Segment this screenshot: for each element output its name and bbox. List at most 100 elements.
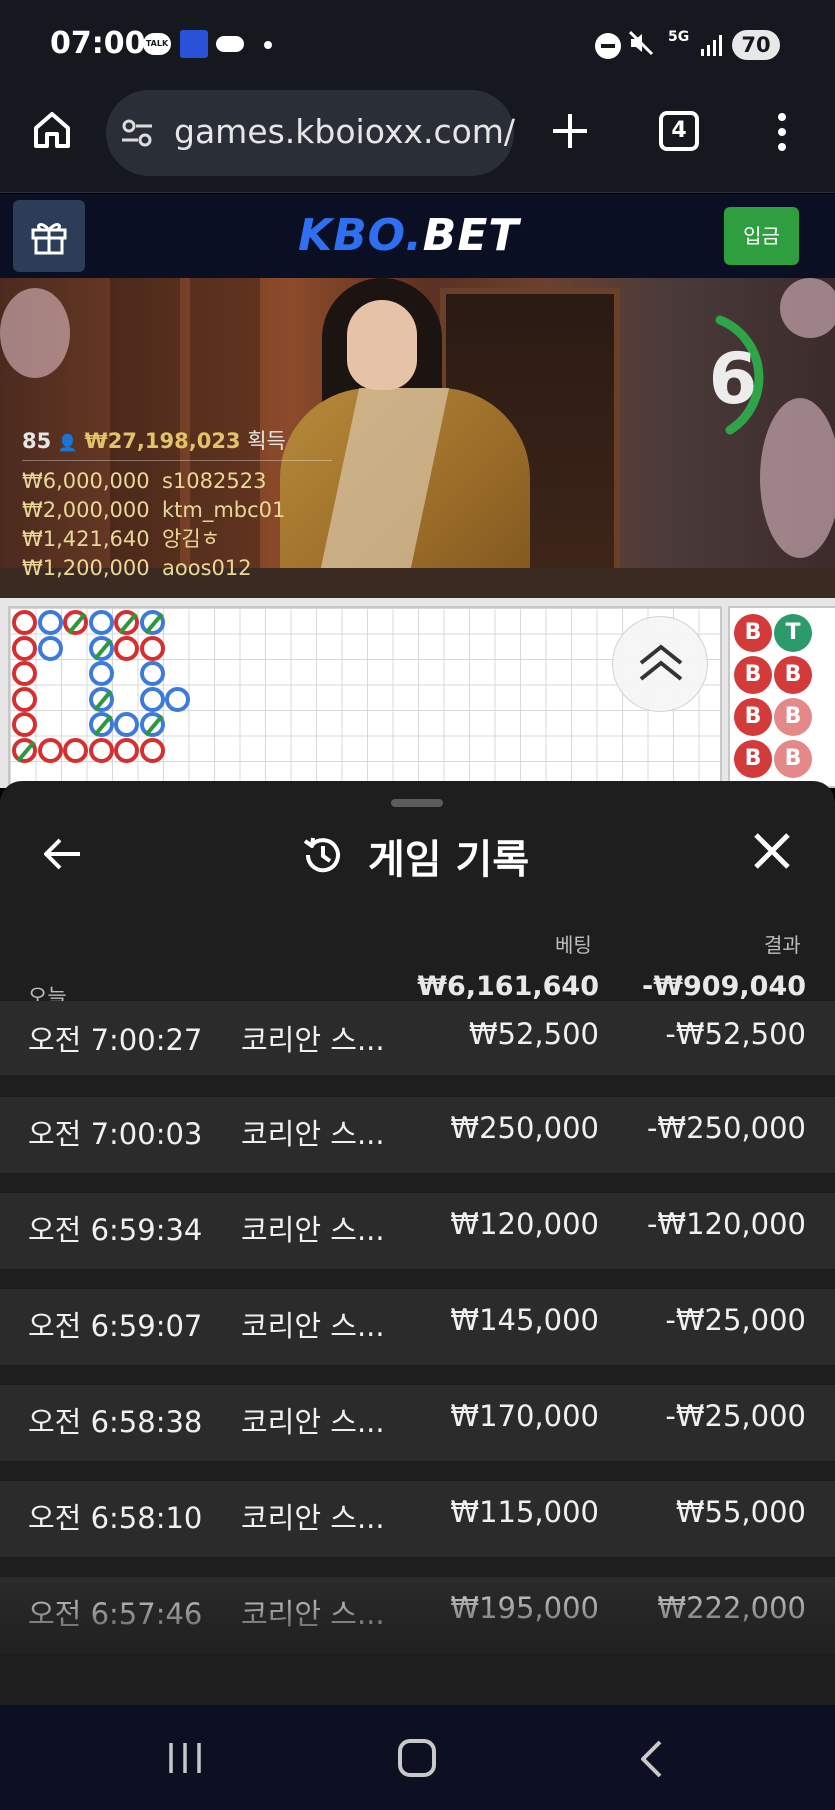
winner-user: ktm_mbc01 xyxy=(162,498,286,522)
home-icon[interactable] xyxy=(398,1739,436,1777)
road-marker xyxy=(114,738,139,763)
blossom-decoration xyxy=(0,288,70,378)
close-icon[interactable] xyxy=(752,831,792,871)
row-time: 오전 6:58:10 xyxy=(28,1501,203,1535)
gift-icon[interactable] xyxy=(13,200,85,272)
road-marker xyxy=(12,712,37,737)
mute-icon xyxy=(628,30,654,63)
live-video: 6 85 👤 ₩27,198,023 획득 ₩6,000,000 s1082523… xyxy=(0,278,835,598)
winner-amount: ₩2,000,000 xyxy=(22,498,150,522)
road-marker xyxy=(140,712,165,737)
row-time: 오전 6:59:07 xyxy=(28,1309,203,1343)
row-time: 오전 7:00:27 xyxy=(28,1023,203,1057)
winners-label: 획득 xyxy=(247,429,286,453)
home-icon[interactable] xyxy=(30,108,74,152)
road-marker xyxy=(89,738,114,763)
system-nav-bar xyxy=(0,1705,835,1810)
history-row[interactable]: 오전 6:59:34 코리안 스... ₩120,000 -₩120,000 xyxy=(0,1193,835,1269)
divider xyxy=(22,460,332,461)
road-marker xyxy=(38,636,63,661)
row-game: 코리안 스... xyxy=(241,1597,385,1631)
more-icon[interactable] xyxy=(775,112,789,152)
browser-toolbar: games.kboioxx.com/ 4 xyxy=(0,88,835,193)
url-text[interactable]: games.kboioxx.com/ xyxy=(174,112,515,151)
history-row[interactable]: 오전 7:00:27 코리안 스... ₩52,500 -₩52,500 xyxy=(0,1001,835,1075)
row-result: -₩120,000 xyxy=(646,1207,806,1241)
winner-user: aoos012 xyxy=(162,556,252,580)
countdown-timer: 6 xyxy=(708,338,758,420)
winner-user: 앙김ㅎ xyxy=(162,527,220,551)
row-time: 오전 6:57:46 xyxy=(28,1597,203,1631)
winners-count: 85 xyxy=(22,429,52,453)
app-notification-icon xyxy=(180,30,208,58)
row-bet: ₩250,000 xyxy=(450,1111,599,1145)
road-marker xyxy=(114,636,139,661)
status-bar: 07:00 TALK 5G 70 xyxy=(0,0,835,88)
row-result: ₩55,000 xyxy=(675,1495,806,1529)
today-result-total: -₩909,040 xyxy=(642,971,806,1002)
bead-marker: T xyxy=(774,614,812,652)
back-icon[interactable] xyxy=(636,1739,666,1779)
row-bet: ₩115,000 xyxy=(450,1495,599,1529)
row-result: -₩250,000 xyxy=(646,1111,806,1145)
road-marker xyxy=(89,610,114,635)
road-marker xyxy=(12,661,37,686)
bead-marker: B xyxy=(774,740,812,778)
road-marker xyxy=(89,661,114,686)
chevron-up-double-icon xyxy=(639,644,683,681)
row-time: 오전 6:59:34 xyxy=(28,1213,203,1247)
history-row[interactable]: 오전 6:58:10 코리안 스... ₩115,000 ₩55,000 xyxy=(0,1481,835,1557)
row-game: 코리안 스... xyxy=(241,1309,385,1343)
winner-row: ₩6,000,000 s1082523 xyxy=(22,467,332,496)
winner-row: ₩1,421,640 앙김ㅎ xyxy=(22,525,332,554)
game-history-sheet: 게임 기록 베팅 결과 오늘 ₩6,161,640 -₩909,040 오전 7… xyxy=(0,781,835,1705)
bead-marker: B xyxy=(774,656,812,694)
row-time: 오전 7:00:03 xyxy=(28,1117,203,1151)
road-marker xyxy=(89,712,114,737)
new-tab-icon[interactable] xyxy=(547,108,593,154)
row-time: 오전 6:58:38 xyxy=(28,1405,203,1439)
history-row[interactable]: 오전 6:57:46 코리안 스... ₩195,000 ₩222,000 xyxy=(0,1577,835,1653)
winners-panel: 85 👤 ₩27,198,023 획득 ₩6,000,000 s1082523 ₩… xyxy=(22,426,332,583)
row-bet: ₩195,000 xyxy=(450,1591,599,1625)
road-marker xyxy=(140,661,165,686)
road-marker xyxy=(12,738,37,763)
row-game: 코리안 스... xyxy=(241,1023,385,1057)
road-marker xyxy=(140,610,165,635)
road-marker xyxy=(140,687,165,712)
row-bet: ₩120,000 xyxy=(450,1207,599,1241)
winner-amount: ₩1,200,000 xyxy=(22,556,150,580)
back-arrow-icon[interactable] xyxy=(40,831,86,877)
recent-apps-icon[interactable] xyxy=(165,1741,205,1775)
road-marker xyxy=(12,610,37,635)
battery-icon: 70 xyxy=(732,30,780,60)
winners-summary: 85 👤 ₩27,198,023 획득 xyxy=(22,426,332,456)
bead-marker: B xyxy=(774,698,812,736)
road-marker xyxy=(63,738,88,763)
drag-handle[interactable] xyxy=(391,799,443,807)
brand-logo[interactable]: KBO.BET xyxy=(298,210,519,261)
road-marker xyxy=(114,610,139,635)
dealer-face xyxy=(347,300,417,390)
user-icon: 👤 xyxy=(57,433,78,452)
tabs-icon[interactable]: 4 xyxy=(659,111,699,151)
sheet-title: 게임 기록 xyxy=(368,837,530,883)
column-header-bet: 베팅 xyxy=(555,933,592,957)
bead-marker: B xyxy=(734,614,772,652)
bead-road[interactable]: B T B B B B B B xyxy=(728,606,835,788)
deposit-button[interactable]: 입금 xyxy=(724,207,799,265)
row-bet: ₩52,500 xyxy=(468,1017,599,1051)
history-list: 오전 7:00:27 코리안 스... ₩52,500 -₩52,500 오전 … xyxy=(0,1001,835,1673)
row-bet: ₩145,000 xyxy=(450,1303,599,1337)
expand-roadmap-button[interactable] xyxy=(612,616,708,712)
history-row[interactable]: 오전 7:00:03 코리안 스... ₩250,000 -₩250,000 xyxy=(0,1097,835,1173)
history-row[interactable]: 오전 6:58:38 코리안 스... ₩170,000 -₩25,000 xyxy=(0,1385,835,1461)
winner-row: ₩1,200,000 aoos012 xyxy=(22,554,332,583)
road-marker xyxy=(89,636,114,661)
today-bet-total: ₩6,161,640 xyxy=(417,971,599,1002)
row-result: -₩25,000 xyxy=(665,1399,806,1433)
address-bar[interactable]: games.kboioxx.com/ xyxy=(106,90,515,176)
column-header-result: 결과 xyxy=(764,933,801,957)
site-settings-icon[interactable] xyxy=(120,116,154,150)
history-row[interactable]: 오전 6:59:07 코리안 스... ₩145,000 -₩25,000 xyxy=(0,1289,835,1365)
